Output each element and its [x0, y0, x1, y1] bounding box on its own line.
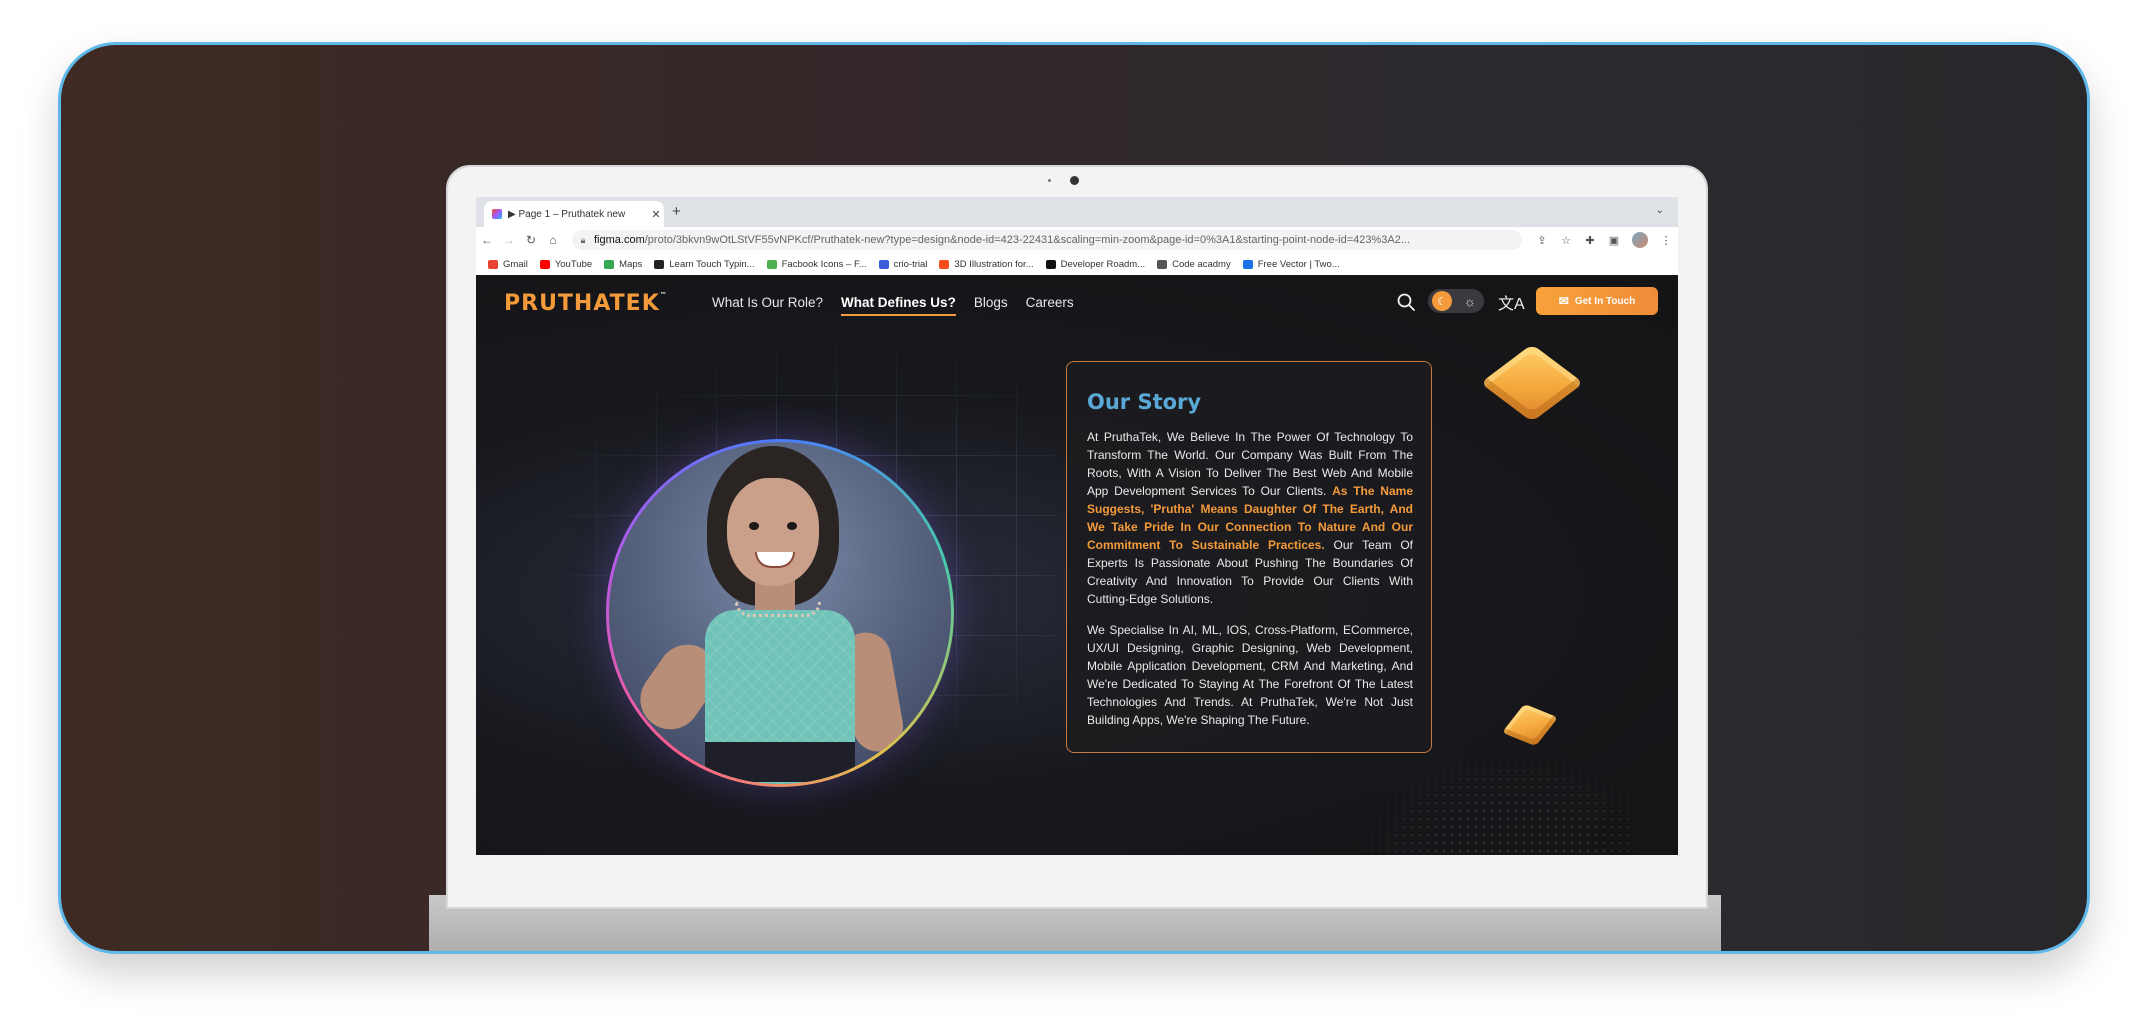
bookmark-item[interactable]: 3D Illustration for...	[939, 258, 1034, 270]
founder-portrait-image	[609, 442, 951, 784]
decorative-cube-large	[1480, 344, 1584, 422]
side-panel-icon[interactable]: ▣	[1602, 234, 1626, 247]
get-in-touch-label: Get In Touch	[1574, 295, 1636, 307]
pruthatek-logo[interactable]: PRUTHATEK™	[504, 291, 668, 316]
get-in-touch-button[interactable]: ✉ Get In Touch	[1536, 287, 1658, 315]
search-icon[interactable]	[1396, 292, 1416, 312]
url-host: figma.com	[594, 234, 645, 246]
profile-avatar[interactable]	[1632, 232, 1648, 248]
bookmark-label: crio-trial	[893, 258, 928, 270]
bookmark-item[interactable]: Gmail	[488, 259, 528, 270]
bookmark-item[interactable]: Developer Roadm...	[1045, 258, 1146, 270]
website: PRUTHATEK™ What Is Our Role? What Defines…	[476, 275, 1678, 855]
bookmark-favicon-icon	[539, 259, 550, 269]
story-title: Our Story	[1087, 390, 1202, 414]
lock-icon: 🔒︎	[580, 234, 586, 245]
browser-tab-bar: ▶ Page 1 – Pruthatek new ✕ + ⌄	[476, 197, 1678, 227]
bookmark-favicon-icon	[604, 259, 615, 269]
back-arrow-icon[interactable]: ←	[476, 233, 498, 247]
logo-trademark: ™	[659, 291, 668, 299]
story-paragraph-1: At PruthaTek, We Believe In The Power Of…	[1087, 428, 1413, 608]
sensor-dot	[1048, 179, 1051, 182]
showcase-card: ▶ Page 1 – Pruthatek new ✕ + ⌄ ← → ↻ ⌂ 🔒…	[58, 42, 2090, 954]
bookmark-star-icon[interactable]: ☆	[1554, 234, 1578, 247]
mail-icon: ✉	[1558, 294, 1569, 308]
bookmark-label: Maps	[619, 258, 643, 270]
nav-link[interactable]: What Is Our Role?	[712, 295, 823, 316]
home-icon[interactable]: ⌂	[542, 233, 564, 247]
our-story-card: Our Story At PruthaTek, We Believe In Th…	[1066, 361, 1432, 753]
bookmark-label: 3D Illustration for...	[954, 258, 1034, 270]
url-path: /proto/3bkvn9wOtLStVF55vNPKcf/Pruthatek-…	[644, 234, 1411, 246]
bookmark-favicon-icon	[1242, 259, 1253, 269]
bookmark-item[interactable]: YouTube	[539, 258, 593, 270]
webcam	[1070, 176, 1079, 185]
bookmark-favicon-icon	[939, 259, 950, 269]
new-tab-icon[interactable]: +	[672, 203, 681, 220]
logo-text: PRUTHATEK	[504, 291, 660, 316]
bookmark-favicon-icon	[654, 259, 665, 269]
bookmark-label: Gmail	[503, 258, 528, 270]
bookmark-item[interactable]: Free Vector | Two...	[1242, 258, 1340, 270]
bookmark-label: Free Vector | Two...	[1257, 258, 1340, 270]
tab-close-icon[interactable]: ✕	[648, 208, 664, 221]
bookmark-label: Learn Touch Typin...	[669, 258, 755, 270]
moon-icon[interactable]: ☾	[1432, 291, 1452, 311]
bookmark-item[interactable]: Facbook Icons – F...	[766, 258, 867, 270]
bookmark-favicon-icon	[766, 259, 777, 269]
dot-pattern	[1336, 735, 1636, 855]
url-input[interactable]: 🔒︎ figma.com/proto/3bkvn9wOtLStVF55vNPKc…	[572, 230, 1522, 250]
translate-icon[interactable]: 文A	[1498, 290, 1525, 314]
bookmark-item[interactable]: Code acadmy	[1157, 259, 1231, 270]
share-icon[interactable]: ⇪	[1530, 234, 1554, 247]
bookmark-favicon-icon	[1045, 259, 1056, 269]
bookmark-item[interactable]: crio-trial	[878, 258, 928, 270]
address-bar-row: ← → ↻ ⌂ 🔒︎ figma.com/proto/3bkvn9wOtLStV…	[476, 227, 1678, 253]
bookmark-label: Code acadmy	[1172, 258, 1231, 270]
sun-icon[interactable]: ☼	[1460, 291, 1480, 311]
laptop-lid: ▶ Page 1 – Pruthatek new ✕ + ⌄ ← → ↻ ⌂ 🔒…	[446, 165, 1708, 909]
tab-search-chevron-icon[interactable]: ⌄	[1656, 205, 1664, 216]
portrait-frame	[606, 439, 954, 787]
bookmarks-bar: Gmail YouTube Maps Learn Touch Typin... Facb…	[476, 253, 1678, 276]
laptop-screen: ▶ Page 1 – Pruthatek new ✕ + ⌄ ← → ↻ ⌂ 🔒…	[476, 197, 1678, 855]
bookmark-label: YouTube	[554, 258, 593, 270]
bookmark-favicon-icon	[488, 259, 498, 269]
tab-title: ▶ Page 1 – Pruthatek new	[508, 208, 626, 220]
bookmark-favicon-icon	[878, 259, 889, 269]
nav-link[interactable]: Careers	[1026, 295, 1074, 316]
story-paragraph-2: We Specialise In AI, ML, IOS, Cross-Plat…	[1087, 623, 1413, 727]
extensions-puzzle-icon[interactable]: ✚	[1578, 234, 1602, 247]
reload-icon[interactable]: ↻	[520, 233, 542, 247]
nav-link[interactable]: Blogs	[974, 295, 1008, 316]
theme-toggle[interactable]: ☾ ☼	[1428, 289, 1484, 313]
bookmark-item[interactable]: Learn Touch Typin...	[654, 258, 755, 270]
kebab-menu-icon[interactable]: ⋮	[1654, 234, 1678, 247]
bookmark-label: Developer Roadm...	[1060, 258, 1146, 270]
figma-favicon-icon	[492, 209, 502, 219]
forward-arrow-icon[interactable]: →	[498, 233, 520, 247]
bookmark-label: Facbook Icons – F...	[781, 258, 867, 270]
nav-link[interactable]: What Defines Us?	[841, 295, 956, 316]
main-nav: What Is Our Role? What Defines Us? Blogs Ca…	[712, 295, 1074, 316]
browser-tab[interactable]: ▶ Page 1 – Pruthatek new ✕	[484, 201, 664, 227]
bookmark-item[interactable]: Maps	[604, 259, 642, 270]
bookmark-favicon-icon	[1157, 259, 1168, 269]
